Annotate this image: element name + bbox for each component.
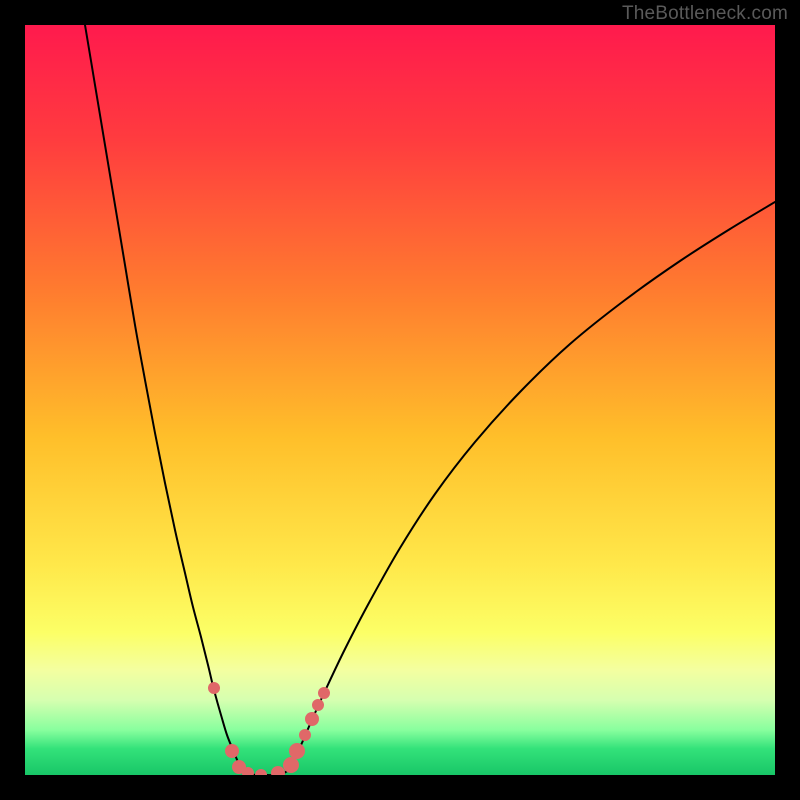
chart-frame: TheBottleneck.com: [0, 0, 800, 800]
data-marker: [312, 699, 324, 711]
watermark-text: TheBottleneck.com: [622, 3, 788, 25]
plot-area: [25, 25, 775, 775]
data-marker: [283, 757, 299, 773]
data-marker: [255, 769, 267, 775]
data-marker: [208, 682, 220, 694]
data-marker: [318, 687, 330, 699]
data-markers: [208, 682, 330, 775]
data-marker: [225, 744, 239, 758]
curve-layer: [25, 25, 775, 775]
data-marker: [289, 743, 305, 759]
data-marker: [305, 712, 319, 726]
bottleneck-curve: [85, 25, 775, 775]
data-marker: [299, 729, 311, 741]
data-marker: [271, 766, 285, 775]
